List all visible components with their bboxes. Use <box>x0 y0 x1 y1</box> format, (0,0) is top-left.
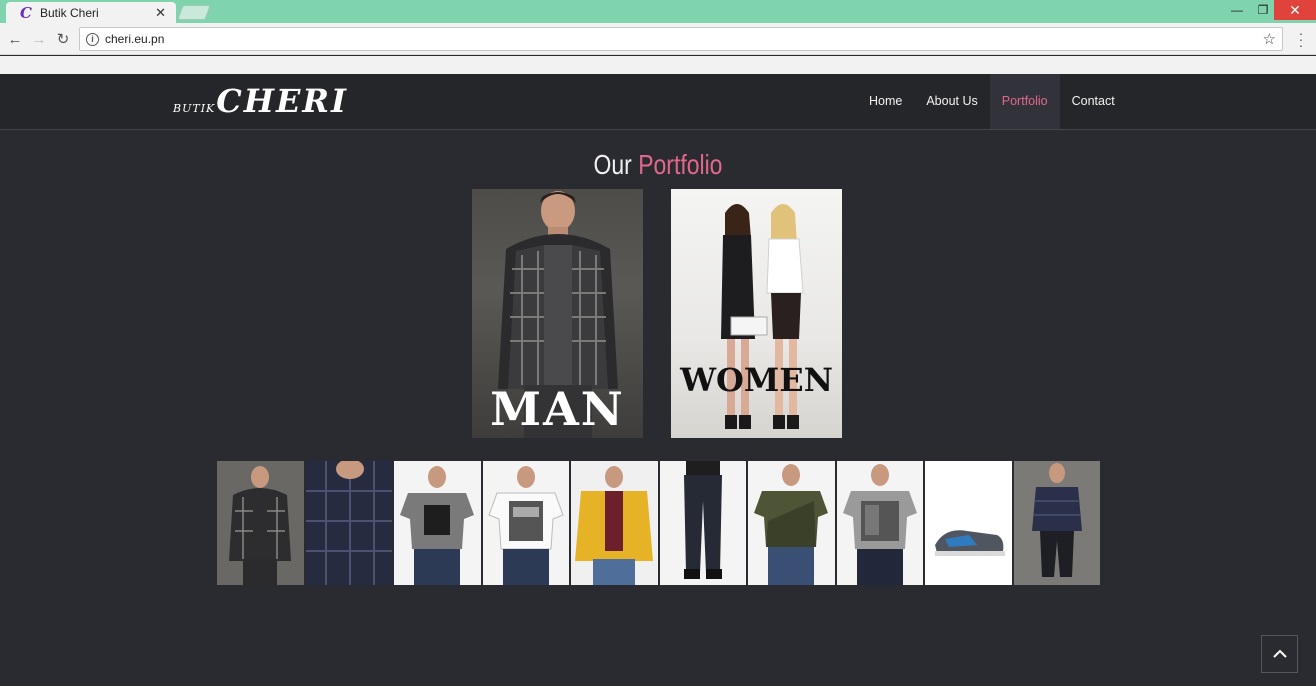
bookmark-star-icon[interactable]: ☆ <box>1263 30 1276 48</box>
feature-man-image[interactable]: MAN <box>472 189 643 438</box>
browser-toolbar: ← → ↻ i cheri.eu.pn ☆ · · · <box>0 23 1316 55</box>
tab-close-icon[interactable]: ✕ <box>155 5 166 21</box>
feature-women-image[interactable]: WOMEN <box>671 189 842 438</box>
maximize-button[interactable]: ❐ <box>1250 0 1276 20</box>
browser-tab-strip: C Butik Cheri ✕ — ❐ ✕ <box>0 0 1316 24</box>
site-header: BUTIK CHERI Home About Us Portfolio Cont… <box>0 74 1316 130</box>
main-nav: Home About Us Portfolio Contact <box>857 74 1127 129</box>
thumbnail-grey-graphic-tee[interactable] <box>394 461 481 585</box>
thumbnail-grey-print-tee[interactable] <box>836 461 923 585</box>
chevron-up-icon <box>1272 649 1287 658</box>
nav-home[interactable]: Home <box>857 74 914 129</box>
new-tab-button[interactable] <box>177 5 211 20</box>
product-thumbnail-strip <box>217 461 1100 585</box>
site-logo[interactable]: BUTIK CHERI <box>173 82 348 120</box>
back-arrow-icon[interactable]: ← <box>6 30 24 48</box>
nav-portfolio[interactable]: Portfolio <box>989 74 1060 129</box>
logo-small-text: BUTIK <box>173 102 216 115</box>
nav-about-us[interactable]: About Us <box>914 74 989 129</box>
browser-menu-icon[interactable]: · · · <box>1296 26 1306 52</box>
thumbnail-yellow-parka[interactable] <box>571 461 658 585</box>
url-text: cheri.eu.pn <box>105 32 165 46</box>
thumbnail-white-graphic-tee[interactable] <box>482 461 569 585</box>
forward-arrow-icon[interactable]: → <box>30 30 48 48</box>
logo-big-text: CHERI <box>216 82 348 120</box>
section-title: Our Portfolio <box>118 149 1197 181</box>
site-favicon-icon: C <box>20 4 32 22</box>
feature-man-label: MAN <box>490 382 625 436</box>
thumbnail-olive-vneck-tee[interactable] <box>748 461 835 585</box>
thumbnail-plaid-jacket[interactable] <box>217 461 304 585</box>
info-icon[interactable]: i <box>86 32 99 46</box>
section-title-word-1: Our <box>593 149 632 180</box>
back-to-top-button[interactable] <box>1261 635 1298 673</box>
reload-icon[interactable]: ↻ <box>54 30 72 48</box>
thumbnail-sneaker[interactable] <box>925 461 1012 585</box>
page-top-gap <box>0 56 1316 74</box>
thumbnail-navy-puffer-jacket[interactable] <box>305 461 392 585</box>
women-models-illustration <box>721 204 804 429</box>
minimize-button[interactable]: — <box>1224 0 1250 20</box>
section-title-word-2: Portfolio <box>638 149 723 180</box>
address-bar[interactable]: i cheri.eu.pn ☆ <box>79 27 1283 51</box>
thumbnail-navy-quilted-jacket[interactable] <box>1013 461 1100 585</box>
browser-tab[interactable]: C Butik Cheri ✕ <box>6 2 176 24</box>
thumbnail-dark-jeans[interactable] <box>659 461 746 585</box>
window-close-button[interactable]: ✕ <box>1274 0 1316 20</box>
tab-title: Butik Cheri <box>40 6 99 20</box>
nav-contact[interactable]: Contact <box>1060 74 1127 129</box>
feature-women-label: WOMEN <box>680 361 833 399</box>
